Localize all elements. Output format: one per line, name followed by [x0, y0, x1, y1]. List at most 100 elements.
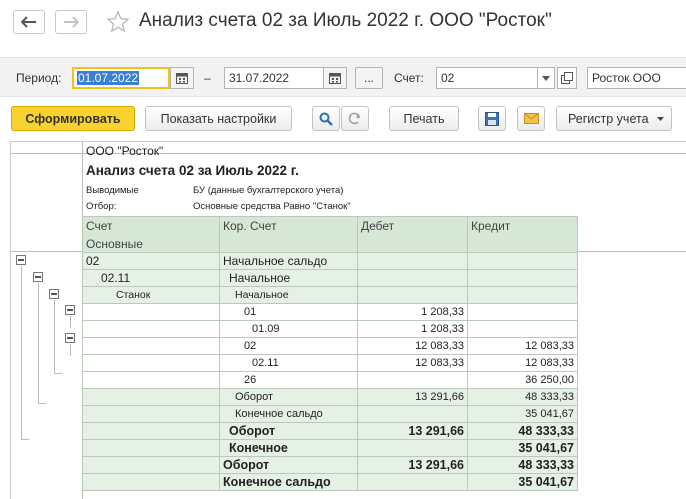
cell-account [82, 388, 220, 406]
table-row[interactable]: Оборот 13 291,66 48 333,33 [82, 456, 578, 474]
cell-credit: 35 041,67 [467, 439, 578, 457]
tree-line [70, 344, 71, 356]
collapse-group-toggle[interactable] [33, 272, 43, 282]
open-window-icon [561, 72, 573, 84]
organization-field[interactable]: Росток ООО [587, 67, 686, 89]
cell-debit: 1 208,33 [357, 303, 468, 321]
cell-debit: 12 083,33 [357, 354, 468, 372]
back-button[interactable] [13, 10, 45, 34]
table-row[interactable]: Конечное сальдо 35 041,67 [82, 405, 578, 423]
cell-debit [357, 439, 468, 457]
cell-corr-account: Оборот [219, 422, 358, 440]
cell-credit: 12 083,33 [467, 354, 578, 372]
refresh-icon [348, 112, 361, 124]
accounting-register-menu-button[interactable]: Регистр учета [556, 106, 672, 131]
save-button[interactable] [478, 106, 506, 131]
report-organization: ООО "Росток" [86, 144, 164, 158]
table-row[interactable]: 02.11 12 083,33 12 083,33 [82, 354, 578, 372]
envelope-icon [523, 113, 539, 124]
column-header-account-sub: Основные [86, 237, 143, 251]
collapse-group-toggle[interactable] [65, 305, 75, 315]
cell-corr-account: Начальное [219, 269, 358, 287]
cell-account [82, 337, 220, 355]
cell-debit: 13 291,66 [357, 422, 468, 440]
cell-debit: 13 291,66 [357, 456, 468, 474]
filter-bar: Период: 01.07.2022 – 31.07.2022 ... Счет… [0, 57, 686, 97]
collapse-group-toggle[interactable] [49, 289, 59, 299]
tree-line [38, 283, 39, 403]
period-label: Период: [16, 71, 62, 85]
calendar-to-button[interactable] [323, 67, 347, 89]
calendar-icon [176, 73, 188, 84]
column-header-account: Счет Основные [82, 216, 220, 253]
tree-line [54, 300, 55, 373]
column-header-credit: Кредит [467, 216, 578, 253]
favorite-star-icon[interactable] [106, 10, 130, 34]
cell-account: 02.11 [82, 269, 220, 287]
refresh-button[interactable] [341, 106, 369, 131]
cell-corr-account: Конечное сальдо [219, 473, 358, 491]
cell-debit [357, 269, 468, 287]
cell-account: Станок [82, 286, 220, 304]
cell-corr-account: 02 [219, 337, 358, 355]
table-row[interactable]: Оборот 13 291,66 48 333,33 [82, 422, 578, 440]
table-row[interactable]: 02 12 083,33 12 083,33 [82, 337, 578, 355]
account-label: Счет: [394, 71, 424, 85]
generate-button[interactable]: Сформировать [11, 106, 135, 131]
table-row[interactable]: Оборот 13 291,66 48 333,33 [82, 388, 578, 406]
account-field[interactable]: 02 [436, 67, 538, 89]
search-button[interactable] [312, 106, 340, 131]
cell-debit [357, 473, 468, 491]
calendar-icon [329, 73, 341, 84]
table-row[interactable]: 02.11 Начальное [82, 269, 578, 287]
cell-corr-account: 01.09 [219, 320, 358, 338]
cell-account [82, 405, 220, 423]
cell-account: 02 [82, 252, 220, 270]
date-to-field[interactable]: 31.07.2022 [224, 67, 324, 89]
cell-debit: 13 291,66 [357, 388, 468, 406]
tree-line [21, 439, 29, 440]
send-email-button[interactable] [517, 106, 545, 131]
column-header-corr-account: Кор. Счет [219, 216, 358, 253]
cell-corr-account: Начальное сальдо [219, 252, 358, 270]
cell-credit [467, 252, 578, 270]
print-button[interactable]: Печать [389, 106, 459, 131]
filter-value: Основные средства Равно "Станок" [193, 201, 351, 212]
table-row[interactable]: 01 1 208,33 [82, 303, 578, 321]
cell-account [82, 439, 220, 457]
cell-credit [467, 269, 578, 287]
filter-label: Отбор: [86, 201, 117, 212]
cell-corr-account: 02.11 [219, 354, 358, 372]
table-row[interactable]: Конечное сальдо 35 041,67 [82, 473, 578, 491]
cell-account [82, 456, 220, 474]
cell-corr-account: 26 [219, 371, 358, 389]
period-select-button[interactable]: ... [355, 67, 383, 89]
table-row[interactable]: 02 Начальное сальдо [82, 252, 578, 270]
calendar-from-button[interactable] [170, 67, 194, 89]
forward-button[interactable] [55, 10, 87, 34]
table-row[interactable]: Станок Начальное [82, 286, 578, 304]
collapse-group-toggle[interactable] [65, 333, 75, 343]
report-title: Анализ счета 02 за Июль 2022 г. [86, 163, 299, 178]
cell-debit [357, 405, 468, 423]
cell-credit [467, 286, 578, 304]
cell-credit: 48 333,33 [467, 388, 578, 406]
cell-corr-account: Конечное сальдо [219, 405, 358, 423]
show-settings-button[interactable]: Показать настройки [145, 106, 292, 131]
tree-line [70, 316, 71, 328]
cell-credit: 35 041,67 [467, 405, 578, 423]
cell-account [82, 320, 220, 338]
account-open-button[interactable] [557, 67, 577, 89]
date-from-field[interactable]: 01.07.2022 [72, 67, 170, 89]
column-header-debit: Дебет [357, 216, 468, 253]
table-row[interactable]: 26 36 250,00 [82, 371, 578, 389]
arrow-left-icon [21, 16, 36, 28]
table-row[interactable]: Конечное 35 041,67 [82, 439, 578, 457]
chevron-down-icon [542, 75, 550, 81]
account-dropdown-button[interactable] [537, 67, 555, 89]
table-row[interactable]: 01.09 1 208,33 [82, 320, 578, 338]
collapse-group-toggle[interactable] [16, 255, 26, 265]
cell-credit: 12 083,33 [467, 337, 578, 355]
save-disk-icon [485, 111, 499, 126]
cell-debit: 1 208,33 [357, 320, 468, 338]
